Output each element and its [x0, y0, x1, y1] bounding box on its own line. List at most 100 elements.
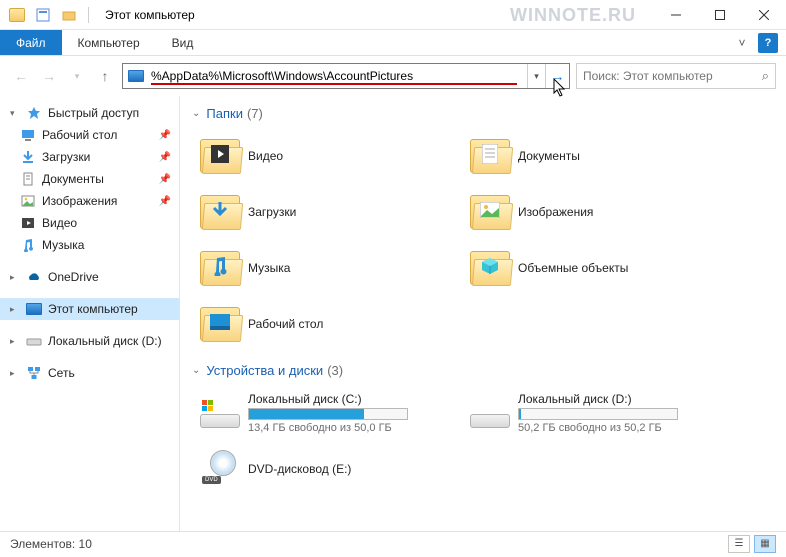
drive-label: Локальный диск (D:)	[518, 392, 728, 406]
star-icon	[26, 105, 42, 121]
folder-label: Загрузки	[248, 205, 458, 219]
system-menu-icon[interactable]	[6, 4, 28, 26]
sidebar: ▾ Быстрый доступ Рабочий стол 📌 Загрузки…	[0, 96, 180, 531]
drive-label: DVD-дисковод (E:)	[248, 462, 458, 476]
pin-icon: 📌	[159, 130, 171, 141]
sidebar-item-label: Этот компьютер	[48, 302, 138, 316]
folder-label: Документы	[518, 149, 728, 163]
sidebar-item-label: Документы	[42, 172, 104, 186]
search-icon[interactable]: ⌕	[762, 68, 769, 84]
qat-separator	[88, 7, 89, 23]
folder-icon	[466, 188, 514, 236]
drive-label: Локальный диск (C:)	[248, 392, 458, 406]
drive-usage-text: 50,2 ГБ свободно из 50,2 ГБ	[518, 422, 728, 434]
chevron-right-icon[interactable]: ▸	[10, 272, 20, 283]
address-dropdown-button[interactable]: ▾	[527, 64, 545, 88]
content-pane: ⌄ Папки (7) Видео Документы Загрузки Изо…	[180, 96, 786, 531]
drive-usage-bar	[518, 408, 678, 420]
view-details-button[interactable]: ☰	[728, 535, 750, 553]
folder-video[interactable]: Видео	[192, 129, 462, 183]
qat-new-folder-icon[interactable]	[58, 4, 80, 26]
network-icon	[26, 365, 42, 381]
folder-icon	[196, 188, 244, 236]
folder-music[interactable]: Музыка	[192, 241, 462, 295]
folder-icon	[466, 244, 514, 292]
sidebar-item-music[interactable]: Музыка	[0, 234, 179, 256]
sidebar-item-this-pc[interactable]: ▸ Этот компьютер	[0, 298, 179, 320]
folder-desktop[interactable]: Рабочий стол	[192, 297, 462, 351]
pin-icon: 📌	[159, 174, 171, 185]
nav-up-button[interactable]: ↑	[94, 65, 116, 87]
close-button[interactable]	[742, 0, 786, 30]
drive-icon	[466, 389, 514, 437]
folder-icon	[466, 132, 514, 180]
chevron-down-icon: ⌄	[192, 108, 200, 119]
address-bar[interactable]: ▾ →	[122, 63, 570, 89]
sidebar-item-desktop[interactable]: Рабочий стол 📌	[0, 124, 179, 146]
folder-pictures[interactable]: Изображения	[462, 185, 732, 239]
status-text: Элементов: 10	[10, 537, 92, 551]
folder-label: Объемные объекты	[518, 261, 728, 275]
sidebar-item-label: Сеть	[48, 366, 75, 380]
chevron-right-icon[interactable]: ▸	[10, 304, 20, 315]
chevron-down-icon: ⌄	[192, 365, 200, 376]
folder-icon	[196, 132, 244, 180]
folder-label: Видео	[248, 149, 458, 163]
drive-icon	[26, 333, 42, 349]
ribbon-expand-icon[interactable]: ˅	[732, 33, 752, 53]
desktop-icon	[20, 127, 36, 143]
folder-label: Изображения	[518, 205, 728, 219]
sidebar-item-downloads[interactable]: Загрузки 📌	[0, 146, 179, 168]
sidebar-item-video[interactable]: Видео	[0, 212, 179, 234]
sidebar-item-label: OneDrive	[48, 270, 99, 284]
sidebar-item-quick-access[interactable]: ▾ Быстрый доступ	[0, 102, 179, 124]
sidebar-item-local-d[interactable]: ▸ Локальный диск (D:)	[0, 330, 179, 352]
group-label: Устройства и диски	[206, 363, 323, 378]
sidebar-item-label: Видео	[42, 216, 77, 230]
drive-d[interactable]: Локальный диск (D:) 50,2 ГБ свободно из …	[462, 386, 732, 440]
ribbon-tab-file[interactable]: Файл	[0, 30, 62, 55]
group-drives[interactable]: ⌄ Устройства и диски (3)	[192, 363, 774, 378]
drive-dvd[interactable]: DVD DVD-дисковод (E:)	[192, 442, 462, 496]
video-icon	[20, 215, 36, 231]
search-box[interactable]: ⌕	[576, 63, 776, 89]
search-input[interactable]	[583, 69, 762, 83]
sidebar-item-pictures[interactable]: Изображения 📌	[0, 190, 179, 212]
pictures-icon	[20, 193, 36, 209]
folder-downloads[interactable]: Загрузки	[192, 185, 462, 239]
sidebar-item-onedrive[interactable]: ▸ OneDrive	[0, 266, 179, 288]
sidebar-item-documents[interactable]: Документы 📌	[0, 168, 179, 190]
ribbon-tab-computer[interactable]: Компьютер	[62, 30, 156, 55]
help-button[interactable]: ?	[758, 33, 778, 53]
folder-icon	[196, 300, 244, 348]
window-title: Этот компьютер	[105, 8, 195, 22]
sidebar-item-network[interactable]: ▸ Сеть	[0, 362, 179, 384]
qat-properties-icon[interactable]	[32, 4, 54, 26]
chevron-right-icon[interactable]: ▸	[10, 336, 20, 347]
view-tiles-button[interactable]: ▦	[754, 535, 776, 553]
downloads-icon	[20, 149, 36, 165]
folder-documents[interactable]: Документы	[462, 129, 732, 183]
ribbon-tab-view[interactable]: Вид	[156, 30, 210, 55]
group-folders[interactable]: ⌄ Папки (7)	[192, 106, 774, 121]
maximize-button[interactable]	[698, 0, 742, 30]
sidebar-item-label: Загрузки	[42, 150, 90, 164]
minimize-button[interactable]	[654, 0, 698, 30]
folder-label: Рабочий стол	[248, 317, 458, 331]
nav-back-button[interactable]: ←	[10, 65, 32, 87]
address-go-button[interactable]: →	[545, 64, 569, 88]
pin-icon: 📌	[159, 152, 171, 163]
nav-history-dropdown[interactable]: ▾	[66, 65, 88, 87]
documents-icon	[20, 171, 36, 187]
sidebar-item-label: Музыка	[42, 238, 84, 252]
address-highlight	[151, 83, 517, 85]
nav-forward-button[interactable]: →	[38, 65, 60, 87]
pc-icon	[26, 301, 42, 317]
group-count: (3)	[327, 363, 343, 378]
chevron-right-icon[interactable]: ▸	[10, 368, 20, 379]
folder-icon	[196, 244, 244, 292]
drive-c[interactable]: Локальный диск (C:) 13,4 ГБ свободно из …	[192, 386, 462, 440]
chevron-down-icon[interactable]: ▾	[10, 108, 20, 119]
folder-3d-objects[interactable]: Объемные объекты	[462, 241, 732, 295]
sidebar-item-label: Изображения	[42, 194, 117, 208]
